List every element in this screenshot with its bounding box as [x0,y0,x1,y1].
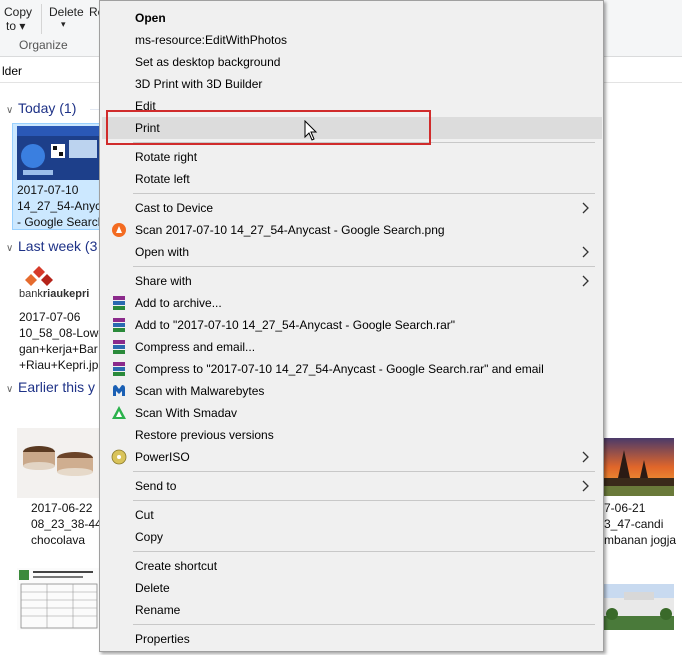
menu-item-rename[interactable]: Rename [102,599,602,621]
poweriso-icon [111,449,127,465]
menu-item-edit-with-photos[interactable]: ms-resource:EditWithPhotos [102,29,602,51]
menu-item-send-to[interactable]: Send to [102,475,602,497]
menu-separator [133,471,595,472]
menu-item-3d-print[interactable]: 3D Print with 3D Builder [102,73,602,95]
chevron-down-icon: ▾ [61,19,66,29]
group-earlier-label: Earlier this y [18,379,96,395]
file-thumbnail-bank[interactable]: bankriaukepri [17,264,101,308]
menu-item-rotate-left[interactable]: Rotate left [102,168,602,190]
chevron-right-icon [580,244,592,260]
chevron-right-icon [580,449,592,465]
menu-separator [133,624,595,625]
winrar-icon [111,317,127,333]
chevron-right-icon [580,200,592,216]
file-thumbnail-candi[interactable] [604,438,674,496]
group-earlier-this-year[interactable]: ∨ Earlier this y [0,379,95,395]
file-thumbnail-chocolava[interactable] [17,428,101,498]
chevron-down-icon: ∨ [6,105,14,116]
menu-separator [133,500,595,501]
group-today[interactable]: ∨ Today (1) [0,100,76,116]
menu-separator [133,551,595,552]
menu-item-add-to-archive[interactable]: Add to archive... [102,292,602,314]
menu-item-compress-to-rar-and-email[interactable]: Compress to "2017-07-10 14_27_54-Anycast… [102,358,602,380]
menu-item-open[interactable]: Open [102,7,602,29]
menu-item-open-with[interactable]: Open with [102,241,602,263]
address-text: lder [2,64,23,78]
file-thumbnail-building[interactable] [604,584,674,630]
group-last-week[interactable]: ∨ Last week (3 [0,238,97,254]
menu-item-scan-avast[interactable]: Scan 2017-07-10 14_27_54-Anycast - Googl… [102,219,602,241]
winrar-icon [111,295,127,311]
delete-button[interactable]: Delete ▾ [49,5,84,30]
menu-item-copy[interactable]: Copy [102,526,602,548]
file-name-bank: 2017-07-06 10_58_08-Lowo gan+kerja+Bar +Ria… [19,310,101,372]
menu-item-cast-to-device[interactable]: Cast to Device [102,197,602,219]
menu-item-add-to-rar[interactable]: Add to "2017-07-10 14_27_54-Anycast - Go… [102,314,602,336]
menu-item-create-shortcut[interactable]: Create shortcut [102,555,602,577]
file-name-candi: 7-06-21 3_47-candi mbanan jogja [604,501,677,547]
smadav-icon [111,405,127,421]
menu-item-properties[interactable]: Properties [102,628,602,650]
delete-label: Delete [49,5,84,19]
menu-item-scan-smadav[interactable]: Scan With Smadav [102,402,602,424]
chevron-right-icon [580,273,592,289]
copy-to-button[interactable]: Copy to ▾ [4,5,32,33]
bank-logo-text: bankriaukepri [19,288,90,300]
menu-item-restore-previous-versions[interactable]: Restore previous versions [102,424,602,446]
copy-to-label: Copy [4,5,33,19]
menu-item-rotate-right[interactable]: Rotate right [102,146,602,168]
menu-item-delete[interactable]: Delete [102,577,602,599]
print-highlight-box [106,110,431,145]
group-last-week-label: Last week (3 [18,238,98,254]
winrar-icon [111,361,127,377]
mouse-cursor-icon [304,119,318,142]
menu-item-set-desktop-background[interactable]: Set as desktop background [102,51,602,73]
chevron-down-icon: ∨ [6,384,14,395]
chevron-down-icon: ∨ [6,243,14,254]
ribbon-divider [41,4,42,34]
menu-item-scan-malwarebytes[interactable]: Scan with Malwarebytes [102,380,602,402]
file-name-anycast: 2017-07-10 14_27_54-Anyca - Google Search [17,183,101,229]
file-thumbnail-document[interactable] [17,568,101,630]
context-menu: Open ms-resource:EditWithPhotos Set as d… [99,0,604,652]
avast-icon [111,222,127,238]
group-today-label: Today (1) [18,100,77,116]
organize-group-label: Organize [19,38,68,52]
copy-to-label-2: to ▾ [6,19,26,33]
menu-item-poweriso[interactable]: PowerISO [102,446,602,468]
menu-item-compress-and-email[interactable]: Compress and email... [102,336,602,358]
malwarebytes-icon [111,383,127,399]
menu-separator [133,193,595,194]
file-thumbnail-anycast[interactable] [17,126,101,180]
menu-item-cut[interactable]: Cut [102,504,602,526]
menu-item-share-with[interactable]: Share with [102,270,602,292]
winrar-icon [111,339,127,355]
file-name-chocolava: 2017-06-22 08_23_38-44 chocolava [31,501,101,547]
menu-separator [133,266,595,267]
chevron-right-icon [580,478,592,494]
